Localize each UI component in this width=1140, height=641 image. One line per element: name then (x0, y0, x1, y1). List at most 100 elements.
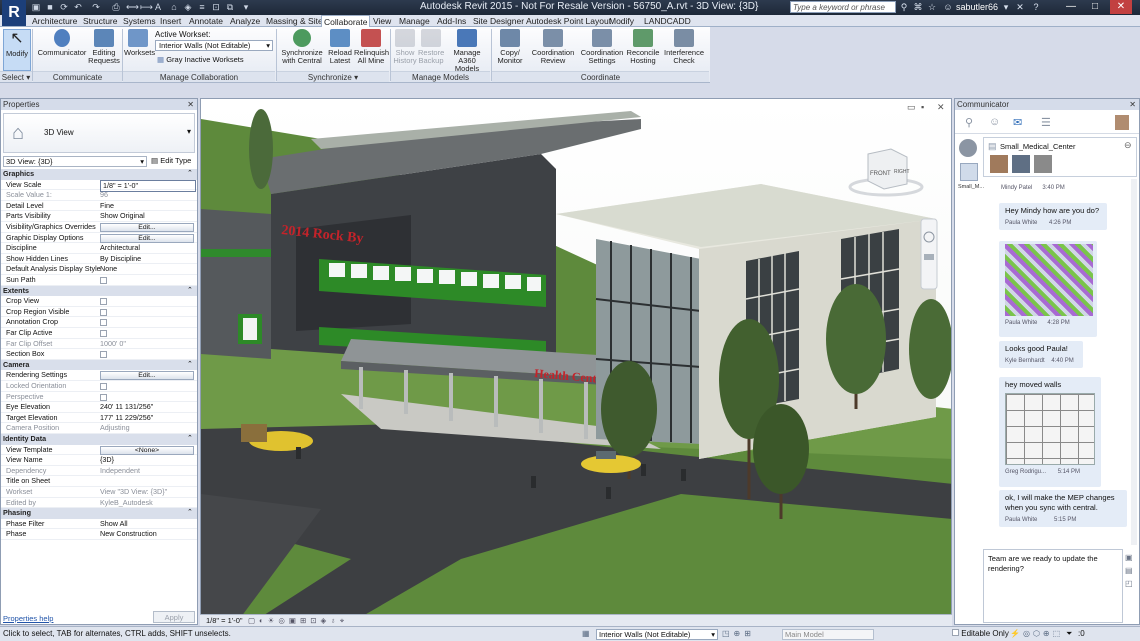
binoculars-icon[interactable]: ⚲ (898, 2, 910, 13)
navigation-bar[interactable] (920, 218, 938, 290)
property-checkbox[interactable] (100, 308, 107, 316)
coordination-review-button[interactable]: Coordination Review (530, 29, 576, 71)
tab-manage[interactable]: Manage (397, 15, 432, 27)
tab-site-designer[interactable]: Site Designer (471, 15, 526, 27)
property-row-far-clip-active[interactable]: Far Clip Active (1, 328, 197, 339)
apply-button[interactable]: Apply (153, 611, 195, 623)
tab-autodesk-point-layout[interactable]: Autodesk Point Layout (524, 15, 613, 27)
property-edit-button[interactable]: Edit... (100, 371, 194, 381)
collapse-icon[interactable]: ⌃ (187, 508, 193, 516)
property-row-dependency[interactable]: Dependency Independent (1, 466, 197, 477)
dimension-icon[interactable]: ⟼ (140, 1, 153, 14)
exchange-icon[interactable]: ✕ (1014, 2, 1026, 13)
property-row-locked-orientation[interactable]: Locked Orientation (1, 381, 197, 392)
property-row-target-elevation[interactable]: Target Elevation 177' 11 229/256" (1, 413, 197, 424)
reload-latest-button[interactable]: Reload Latest (326, 29, 354, 71)
list-icon[interactable]: ☰ (1041, 116, 1051, 129)
collapse-icon[interactable]: ⌃ (187, 360, 193, 368)
project-tab-icon[interactable] (960, 163, 978, 181)
avatar[interactable] (1012, 155, 1030, 173)
text-icon[interactable]: A (152, 1, 164, 14)
status-tool-icons[interactable]: ◳⊕⊞ (722, 627, 755, 641)
undo-icon[interactable]: ↶ (72, 1, 84, 14)
help-icon[interactable]: ? (1030, 2, 1042, 13)
interference-check-button[interactable]: Interference Check (662, 29, 706, 71)
tab-analyze[interactable]: Analyze (228, 15, 262, 27)
tab-systems[interactable]: Systems (121, 15, 158, 27)
property-row-edited-by[interactable]: Edited by KyleB_Autodesk (1, 498, 197, 509)
property-row-far-clip-offset[interactable]: Far Clip Offset 1000' 0" (1, 339, 197, 350)
property-row-graphic-display[interactable]: Graphic Display Options Edit... (1, 233, 197, 244)
property-row-crop-region[interactable]: Crop Region Visible (1, 307, 197, 318)
property-value[interactable]: By Discipline (100, 254, 196, 265)
message-input-tools[interactable]: ▣ ▤ ◰ (1125, 551, 1133, 590)
property-checkbox[interactable] (100, 351, 107, 359)
avatar[interactable] (990, 155, 1008, 173)
avatar[interactable] (1034, 155, 1052, 173)
communicator-button[interactable]: Communicator (36, 29, 88, 71)
property-checkbox[interactable] (100, 393, 107, 401)
property-value[interactable]: Fine (100, 201, 196, 212)
relinquish-all-mine-button[interactable]: Relinquish All Mine (354, 29, 389, 71)
design-option-select[interactable]: Main Model (782, 629, 874, 640)
filter-icon[interactable]: ⏷ (1066, 627, 1072, 641)
view-control-icons[interactable]: ▢◐☀◎▣⊞⊡◈♁⌖ (248, 615, 348, 626)
property-checkbox[interactable] (100, 277, 107, 284)
3d-viewport[interactable]: 2014 Rock By Health Center FRONT RIGHT ▭… (200, 98, 952, 616)
property-value[interactable]: 240' 11 131/256" (100, 402, 196, 413)
property-row-crop-view[interactable]: Crop View (1, 296, 197, 307)
sync-icon[interactable]: ⟳ (58, 1, 70, 14)
selection-filter-icons[interactable]: ⚡◎⬡⊕⬚ (1010, 627, 1063, 641)
chevron-down-icon[interactable]: ▾ (1000, 2, 1012, 13)
active-workset-select[interactable]: Interior Walls (Not Editable) ▾ (155, 40, 273, 51)
editing-requests-button[interactable]: Editing Requests (88, 29, 120, 71)
tab-massing-site[interactable]: Massing & Site (264, 15, 325, 27)
property-edit-button[interactable]: Edit... (100, 223, 194, 232)
reconcile-hosting-button[interactable]: Reconcile Hosting (626, 29, 660, 71)
subscription-icon[interactable]: ⌘ (912, 2, 924, 13)
property-checkbox[interactable] (100, 383, 107, 390)
property-checkbox[interactable] (100, 319, 107, 327)
building-model-render[interactable]: 2014 Rock By Health Center FRONT RIGHT ▭… (201, 99, 952, 616)
property-row-phase-filter[interactable]: Phase Filter Show All (1, 519, 197, 530)
print-icon[interactable]: ⎙ (110, 1, 122, 14)
property-value[interactable]: Architectural (100, 243, 196, 254)
network-icon[interactable]: ⚲ (965, 116, 973, 129)
customize-qat-icon[interactable]: ▾ (240, 1, 252, 14)
minimize-button[interactable]: — (1060, 0, 1082, 14)
project-icon[interactable] (959, 139, 977, 157)
property-row-rendering[interactable]: Rendering Settings Edit... (1, 370, 197, 381)
editable-only-checkbox[interactable] (952, 629, 959, 636)
close-icon[interactable]: ✕ (1129, 99, 1136, 110)
modify-button[interactable]: ↖ Modify (3, 29, 31, 71)
property-value[interactable]: None (100, 264, 196, 275)
property-row-detail-level[interactable]: Detail Level Fine (1, 201, 197, 212)
redo-icon[interactable]: ↷ (90, 1, 102, 14)
instance-filter-select[interactable]: 3D View: {3D} ▾ (3, 156, 147, 167)
property-row-discipline[interactable]: Discipline Architectural (1, 243, 197, 254)
property-group-identity[interactable]: Identity Data (1, 434, 197, 445)
property-value[interactable]: Show Original (100, 211, 196, 222)
measure-icon[interactable]: ⟷ (126, 1, 139, 14)
status-workset-select[interactable]: Interior Walls (Not Editable) ▾ (596, 629, 718, 640)
property-edit-button[interactable]: <None> (100, 445, 194, 455)
property-row-analysis-style[interactable]: Default Analysis Display Style None (1, 264, 197, 275)
coordination-settings-button[interactable]: Coordination Settings (578, 29, 626, 71)
property-value[interactable]: 177' 11 229/256" (100, 413, 196, 424)
workset-icon[interactable]: ▦ (582, 627, 590, 641)
property-row-view-scale[interactable]: View Scale 1/8" = 1'-0" (1, 179, 197, 193)
property-row-phase[interactable]: Phase New Construction (1, 529, 197, 540)
tab-modify[interactable]: Modify (607, 15, 636, 27)
show-history-button[interactable]: Show History (392, 29, 418, 71)
synchronize-panel-label[interactable]: Synchronize ▾ (277, 71, 389, 82)
property-checkbox[interactable] (100, 298, 107, 306)
restore-backup-button[interactable]: Restore Backup (418, 29, 444, 71)
search-input[interactable]: Type a keyword or phrase (790, 1, 896, 13)
tab-structure[interactable]: Structure (81, 15, 120, 27)
tab-landcadd[interactable]: LANDCADD (642, 15, 693, 27)
tab-insert[interactable]: Insert (158, 15, 183, 27)
property-row-view-name[interactable]: View Name {3D} (1, 455, 197, 466)
select-panel-label[interactable]: Select ▾ (0, 71, 32, 82)
property-value[interactable]: Show All (100, 519, 196, 530)
collapse-icon[interactable]: ⌃ (187, 434, 193, 442)
